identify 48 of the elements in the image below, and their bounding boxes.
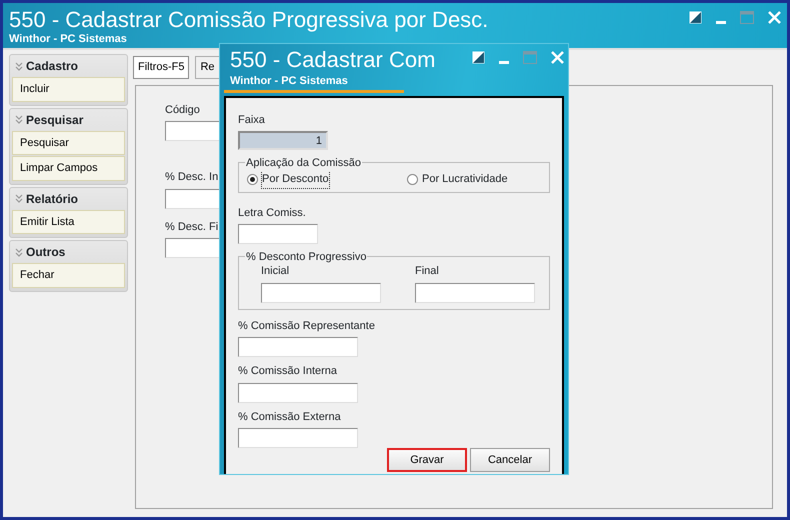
chevron-icon[interactable] [15, 194, 23, 203]
input-field[interactable] [238, 337, 358, 357]
radio-button[interactable] [247, 174, 258, 185]
group-label: Aplicação da Comissão [245, 155, 362, 172]
contrast-icon[interactable] [472, 51, 485, 64]
input-field[interactable] [238, 428, 358, 448]
group-label: % Desconto Progressivo [245, 249, 368, 266]
field-label: % Comissão Interna [238, 364, 338, 379]
input-field: 1 [238, 131, 328, 150]
chevron-icon[interactable] [15, 248, 23, 256]
action-button[interactable]: Cancelar [470, 448, 550, 472]
tab[interactable]: Filtros-F5 [133, 56, 190, 78]
chevron-icon[interactable] [15, 115, 23, 124]
dialog-subtitle: Winthor - PC Sistemas [224, 73, 404, 92]
group-title: Pesquisar [26, 112, 84, 128]
radio-label[interactable]: Por Desconto [262, 171, 329, 188]
group-title: Relatório [26, 190, 78, 208]
field-label: Final [415, 264, 439, 279]
field-label: Faixa [238, 112, 265, 128]
field-label: % Comissão Externa [238, 410, 341, 424]
close-icon[interactable] [768, 11, 781, 24]
sidebar-item[interactable]: Incluir [12, 77, 125, 102]
window-title: 550 - Cadastrar Comissão Progressiva por Desc. [9, 7, 488, 33]
group-title: Cadastro [26, 58, 78, 75]
input-field[interactable] [238, 224, 318, 244]
contrast-icon[interactable] [689, 11, 702, 24]
field-label: % Desc. Fi [165, 220, 218, 234]
dialog-title: 550 - Cadastrar Com [229, 47, 436, 73]
input-field[interactable] [238, 382, 358, 402]
field-label: % Desc. In [165, 170, 218, 185]
sidebar-item[interactable]: Fechar [12, 263, 125, 288]
sidebar-item[interactable]: Limpar Campos [12, 156, 125, 180]
field-label: % Comissão Representante [238, 318, 375, 334]
window-subtitle: Winthor - PC Sistemas [9, 33, 128, 46]
field-label: Código [165, 102, 200, 118]
chevron-icon[interactable] [15, 62, 23, 70]
sidebar-item[interactable]: Emitir Lista [12, 210, 125, 234]
radio-label[interactable]: Por Lucratividade [422, 171, 508, 188]
tab[interactable]: Re [195, 56, 220, 78]
input-field[interactable] [261, 282, 381, 302]
field-label: Inicial [261, 264, 290, 279]
group-title: Outros [26, 244, 66, 261]
radio-button[interactable] [407, 174, 418, 185]
close-icon[interactable] [551, 51, 564, 64]
action-button[interactable]: Gravar [387, 448, 467, 472]
input-field[interactable] [415, 282, 535, 302]
sidebar-item[interactable]: Pesquisar [12, 130, 125, 155]
field-label: Letra Comiss. [238, 206, 306, 220]
